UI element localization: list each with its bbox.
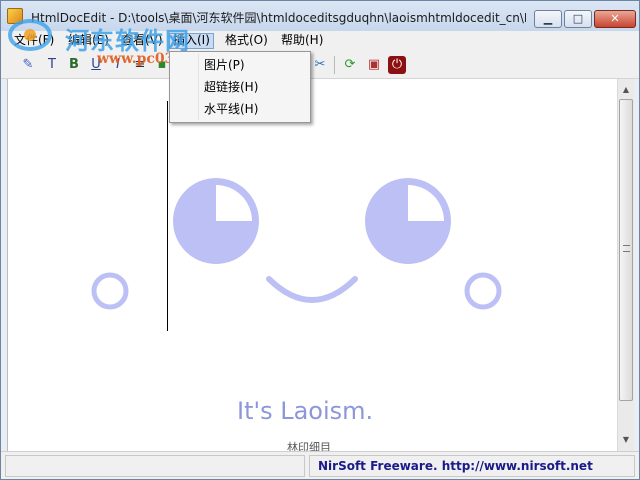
scroll-thumb[interactable] — [619, 99, 633, 401]
right-cheek — [464, 272, 502, 310]
insert-dropdown-menu: 图片(P) 超链接(H) 水平线(H) — [169, 51, 311, 123]
vertical-scrollbar[interactable]: ▲ ▼ — [617, 79, 634, 451]
right-eye-highlight — [408, 185, 444, 221]
insert-picture-item[interactable]: 图片(P) — [172, 54, 308, 76]
footer-text: 林印细目 — [287, 441, 331, 451]
scroll-down-arrow-icon[interactable]: ▼ — [618, 431, 634, 448]
insert-hyperlink-item[interactable]: 超链接(H) — [172, 76, 308, 98]
slogan-text: It's Laoism. — [237, 397, 374, 425]
left-eye-highlight — [216, 185, 252, 221]
smile-mouth — [266, 276, 358, 303]
app-window: HtmlDocEdit - D:\tools\桌面\河东软件园\htmldoce… — [0, 0, 640, 480]
status-left-pane — [5, 455, 305, 477]
left-cheek — [91, 272, 129, 310]
scroll-up-arrow-icon[interactable]: ▲ — [618, 81, 634, 98]
status-bar: NirSoft Freeware. http://www.nirsoft.net — [1, 451, 639, 479]
insert-hr-item[interactable]: 水平线(H) — [172, 98, 308, 120]
text-caret — [167, 101, 168, 331]
status-credit: NirSoft Freeware. http://www.nirsoft.net — [309, 455, 635, 477]
watermark-logo-icon — [8, 19, 52, 51]
scroll-grip-icon — [623, 245, 630, 252]
